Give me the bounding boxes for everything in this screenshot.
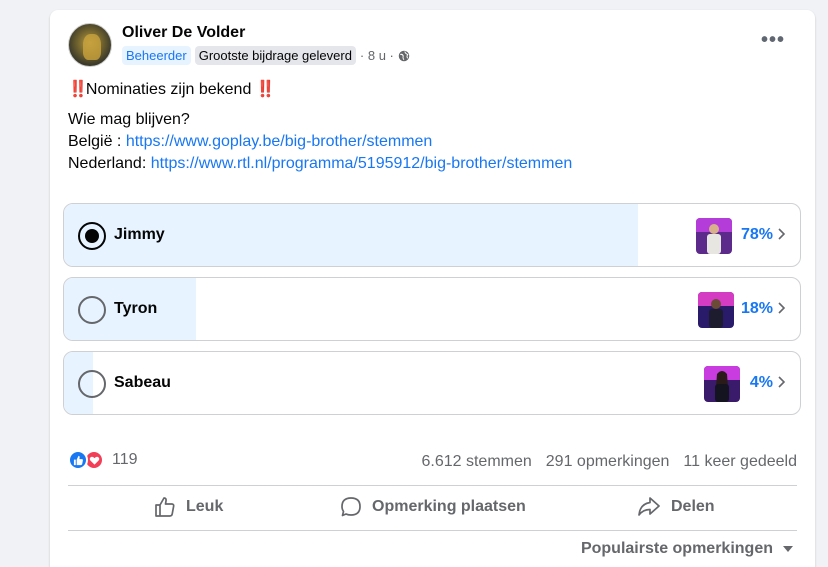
thumbs-up-icon [155, 497, 175, 517]
post-heading: ‼️Nominaties zijn bekend ‼️ [68, 81, 276, 98]
post-line: Wie mag blijven? [68, 111, 190, 128]
poll-option[interactable]: Tyron 18% [63, 277, 801, 341]
poll-option-label: Tyron [114, 300, 158, 317]
share-count[interactable]: 11 keer gedeeld [683, 453, 797, 471]
comment-icon [341, 497, 361, 517]
post-line-netherlands: Nederland: https://www.rtl.nl/programma/… [68, 155, 573, 172]
poll-option[interactable]: Jimmy 78% [63, 203, 801, 267]
reaction-summary[interactable]: 119 [68, 450, 138, 470]
vote-count[interactable]: 6.612 stemmen [422, 453, 532, 471]
contestant-thumbnail [698, 292, 734, 328]
belgium-vote-link[interactable]: https://www.goplay.be/big-brother/stemme… [126, 133, 433, 150]
double-exclamation-icon: ‼️ [68, 81, 88, 98]
post-meta: Beheerder Grootste bijdrage geleverd · 8… [122, 46, 410, 65]
poll-option-label: Jimmy [114, 226, 165, 243]
comment-sort-dropdown[interactable]: Populairste opmerkingen [581, 540, 793, 558]
radio-button[interactable] [78, 296, 106, 324]
chevron-right-icon[interactable] [778, 228, 786, 240]
like-reaction-icon [68, 450, 88, 470]
top-contributor-badge: Grootste bijdrage geleverd [194, 46, 356, 65]
post-time[interactable]: · 8 u · [360, 48, 394, 63]
poll-option-label: Sabeau [114, 374, 171, 391]
author-avatar[interactable] [68, 23, 112, 67]
double-exclamation-icon: ‼️ [255, 81, 276, 98]
comment-count[interactable]: 291 opmerkingen [546, 453, 670, 471]
post-stats: 6.612 stemmen 291 opmerkingen 11 keer ge… [408, 453, 798, 471]
poll-percentage: 18% [740, 300, 773, 317]
more-options-icon[interactable]: ••• [761, 30, 785, 50]
admin-badge: Beheerder [122, 46, 191, 65]
divider [68, 485, 797, 486]
author-name[interactable]: Oliver De Volder [122, 24, 245, 42]
post-line-belgium: België : https://www.goplay.be/big-broth… [68, 133, 433, 150]
contestant-thumbnail [704, 366, 740, 402]
globe-icon [398, 50, 410, 61]
poll-option[interactable]: Sabeau 4% [63, 351, 801, 415]
caret-down-icon [783, 546, 793, 552]
like-button[interactable]: Leuk [154, 496, 223, 518]
reaction-count: 119 [112, 451, 138, 468]
chevron-right-icon[interactable] [778, 376, 786, 388]
radio-button[interactable] [78, 370, 106, 398]
post-card: Oliver De Volder Beheerder Grootste bijd… [50, 10, 815, 567]
netherlands-vote-link[interactable]: https://www.rtl.nl/programma/5195912/big… [151, 155, 573, 172]
poll-percentage: 78% [740, 226, 773, 243]
chevron-right-icon[interactable] [778, 302, 786, 314]
divider [68, 530, 797, 531]
comment-button[interactable]: Opmerking plaatsen [340, 496, 526, 518]
share-icon [638, 497, 660, 516]
share-button[interactable]: Delen [637, 496, 715, 518]
radio-button[interactable] [78, 222, 106, 250]
contestant-thumbnail [696, 218, 732, 254]
poll-percentage: 4% [749, 374, 773, 391]
